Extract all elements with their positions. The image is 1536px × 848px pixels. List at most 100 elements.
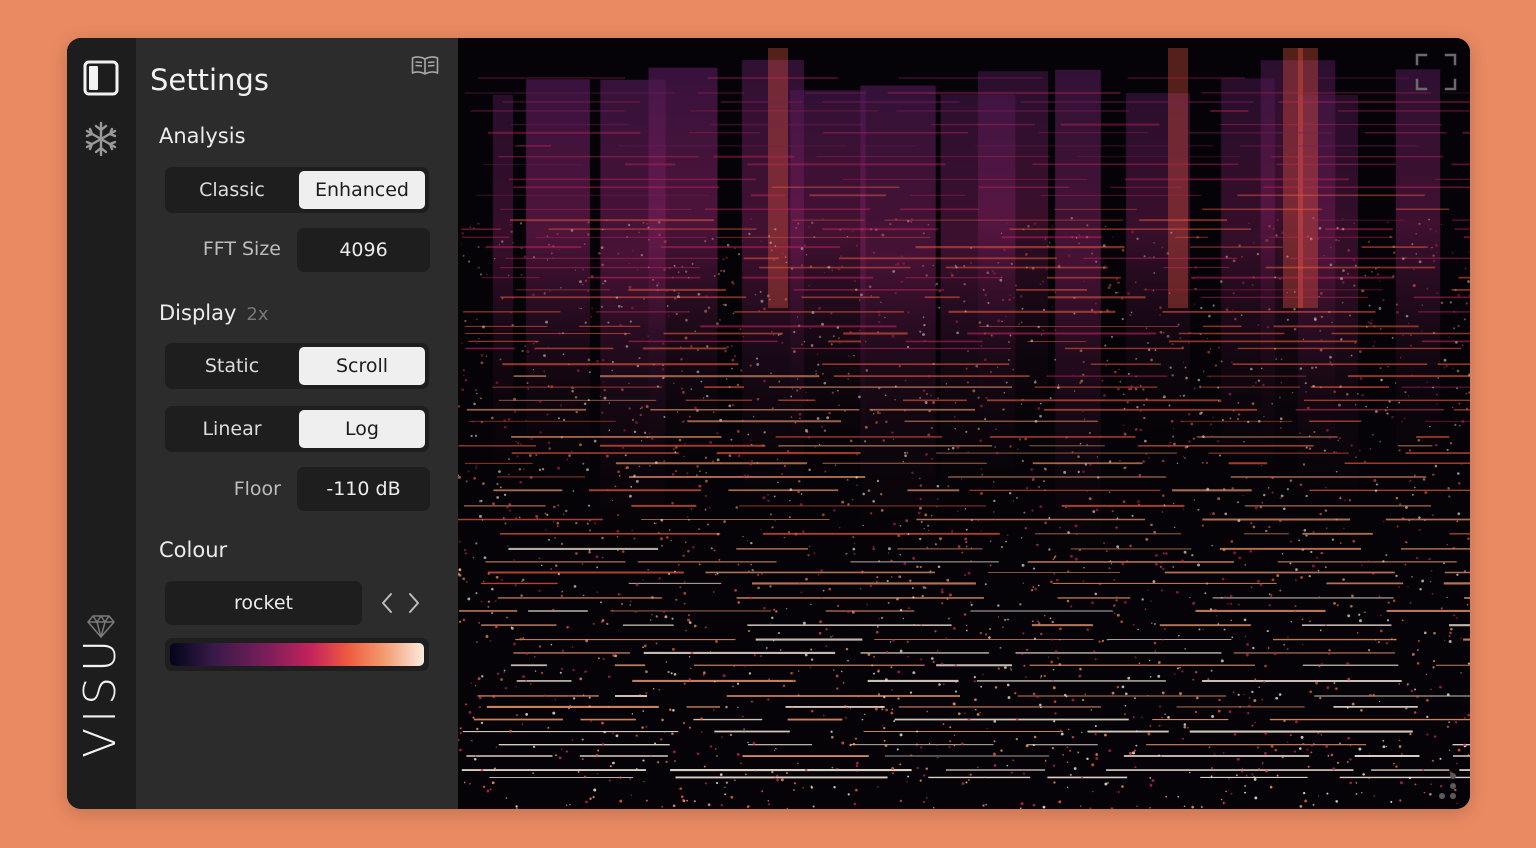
spectrogram-texture xyxy=(873,655,876,658)
spectrogram-texture xyxy=(812,805,815,808)
next-colormap-button[interactable] xyxy=(403,588,425,618)
spectrogram-texture xyxy=(1346,272,1350,275)
spectrogram-texture xyxy=(1409,479,1412,482)
spectrogram-texture xyxy=(840,670,843,673)
spectrogram-texture xyxy=(805,254,808,256)
spectrogram-texture xyxy=(1144,288,1147,291)
spectrogram-texture xyxy=(882,725,884,727)
spectrogram-texture xyxy=(587,504,591,507)
spectrogram-texture xyxy=(811,311,815,314)
spectrogram-texture xyxy=(716,432,719,435)
spectrogram-texture xyxy=(1069,749,1072,752)
sidebar-toggle-button[interactable] xyxy=(81,58,121,98)
display-static-option[interactable]: Static xyxy=(169,347,295,385)
spectrogram-texture xyxy=(504,522,507,525)
analysis-enhanced-option[interactable]: Enhanced xyxy=(299,171,425,209)
spectrogram-texture xyxy=(1222,488,1226,491)
spectrogram-texture xyxy=(534,670,537,672)
spectrogram-texture xyxy=(1278,693,1282,696)
spectrogram-texture xyxy=(1136,237,1139,240)
spectrogram-texture xyxy=(810,786,814,789)
scale-log-option[interactable]: Log xyxy=(299,410,425,448)
spectrogram-texture xyxy=(884,744,888,747)
spectrogram-texture xyxy=(1300,575,1304,579)
docs-button[interactable] xyxy=(410,52,440,78)
spectrogram-texture xyxy=(1172,435,1175,438)
spectrogram-texture xyxy=(965,430,968,433)
spectrogram-texture xyxy=(719,319,721,321)
spectrogram-texture xyxy=(1192,601,1196,605)
spectrogram-texture xyxy=(690,388,693,390)
spectrogram-texture xyxy=(704,309,708,313)
spectrogram-texture xyxy=(546,235,549,237)
spectrogram-texture xyxy=(1434,243,1438,247)
spectrogram-texture xyxy=(581,268,585,271)
spectrogram-texture xyxy=(1002,626,1004,628)
spectrogram-texture xyxy=(728,454,732,458)
spectrogram-texture xyxy=(919,484,923,487)
fullscreen-button[interactable] xyxy=(1414,52,1458,92)
spectrogram-texture xyxy=(513,397,517,401)
spectrogram-texture xyxy=(771,526,774,529)
spectrogram-texture xyxy=(562,418,566,422)
spectrogram-texture xyxy=(732,282,735,286)
spectrogram-texture xyxy=(732,685,734,688)
spectrogram-texture xyxy=(883,695,886,699)
spectrogram-texture xyxy=(631,306,634,310)
spectrogram-texture xyxy=(964,537,968,541)
spectrogram-texture xyxy=(1148,456,1150,459)
spectrogram-texture xyxy=(1460,672,1462,674)
spectrogram-texture xyxy=(1179,337,1181,339)
spectrogram-texture xyxy=(797,222,800,225)
spectrogram-texture xyxy=(547,441,551,445)
scale-linear-option[interactable]: Linear xyxy=(169,410,295,448)
spectrogram-texture xyxy=(522,468,525,470)
floor-field[interactable]: -110 dB xyxy=(297,467,430,511)
spectrogram-texture xyxy=(673,289,676,292)
colormap-select[interactable]: rocket xyxy=(165,581,362,625)
spectrogram-texture xyxy=(907,220,910,223)
spectrogram-texture xyxy=(459,748,462,752)
spectrogram-texture xyxy=(719,418,723,422)
spectrogram-texture xyxy=(1308,435,1311,438)
spectrogram-texture xyxy=(674,445,678,449)
spectrogram-texture xyxy=(1063,470,1067,474)
spectrogram-texture xyxy=(1463,745,1466,748)
spectrogram-texture xyxy=(742,475,746,479)
spectrogram-texture xyxy=(1309,620,1311,623)
spectrogram-texture xyxy=(992,270,994,272)
spectrogram-texture xyxy=(1433,260,1436,262)
spectrogram-texture xyxy=(1449,631,1452,635)
spectrogram-texture xyxy=(711,237,714,240)
spectrogram-texture xyxy=(1333,390,1336,393)
spectrogram-texture xyxy=(1251,690,1254,694)
panel-title: Settings xyxy=(150,63,269,97)
spectrogram-texture xyxy=(845,716,847,719)
spectrogram-texture xyxy=(1020,403,1023,405)
display-scroll-option[interactable]: Scroll xyxy=(299,347,425,385)
spectrogram-texture xyxy=(590,315,593,318)
spectrogram-texture xyxy=(876,330,880,334)
spectrogram-texture xyxy=(1373,795,1376,797)
prev-colormap-button[interactable] xyxy=(376,588,398,618)
spectrogram-texture xyxy=(1237,401,1240,404)
spectrogram-texture xyxy=(1323,449,1326,452)
spectrogram-texture xyxy=(1411,576,1413,578)
freeze-button[interactable] xyxy=(81,119,121,159)
spectrogram-texture xyxy=(635,421,638,424)
fft-size-field[interactable]: 4096 xyxy=(297,228,430,272)
spectrogram-texture xyxy=(1105,550,1108,552)
spectrogram-texture xyxy=(1194,266,1198,269)
analysis-classic-option[interactable]: Classic xyxy=(169,171,295,209)
spectrogram-texture xyxy=(917,511,921,515)
spectrogram-texture xyxy=(739,328,742,330)
spectrogram-texture xyxy=(1289,562,1292,565)
resize-handle[interactable] xyxy=(1428,772,1458,800)
spectrogram-texture xyxy=(562,513,565,516)
spectrogram-texture xyxy=(980,530,982,532)
spectrogram-texture xyxy=(616,529,620,533)
spectrogram-texture xyxy=(1417,639,1420,642)
spectrogram-view[interactable] xyxy=(458,38,1470,809)
spectrogram-texture xyxy=(630,600,632,602)
spectrogram-texture xyxy=(1267,647,1270,649)
